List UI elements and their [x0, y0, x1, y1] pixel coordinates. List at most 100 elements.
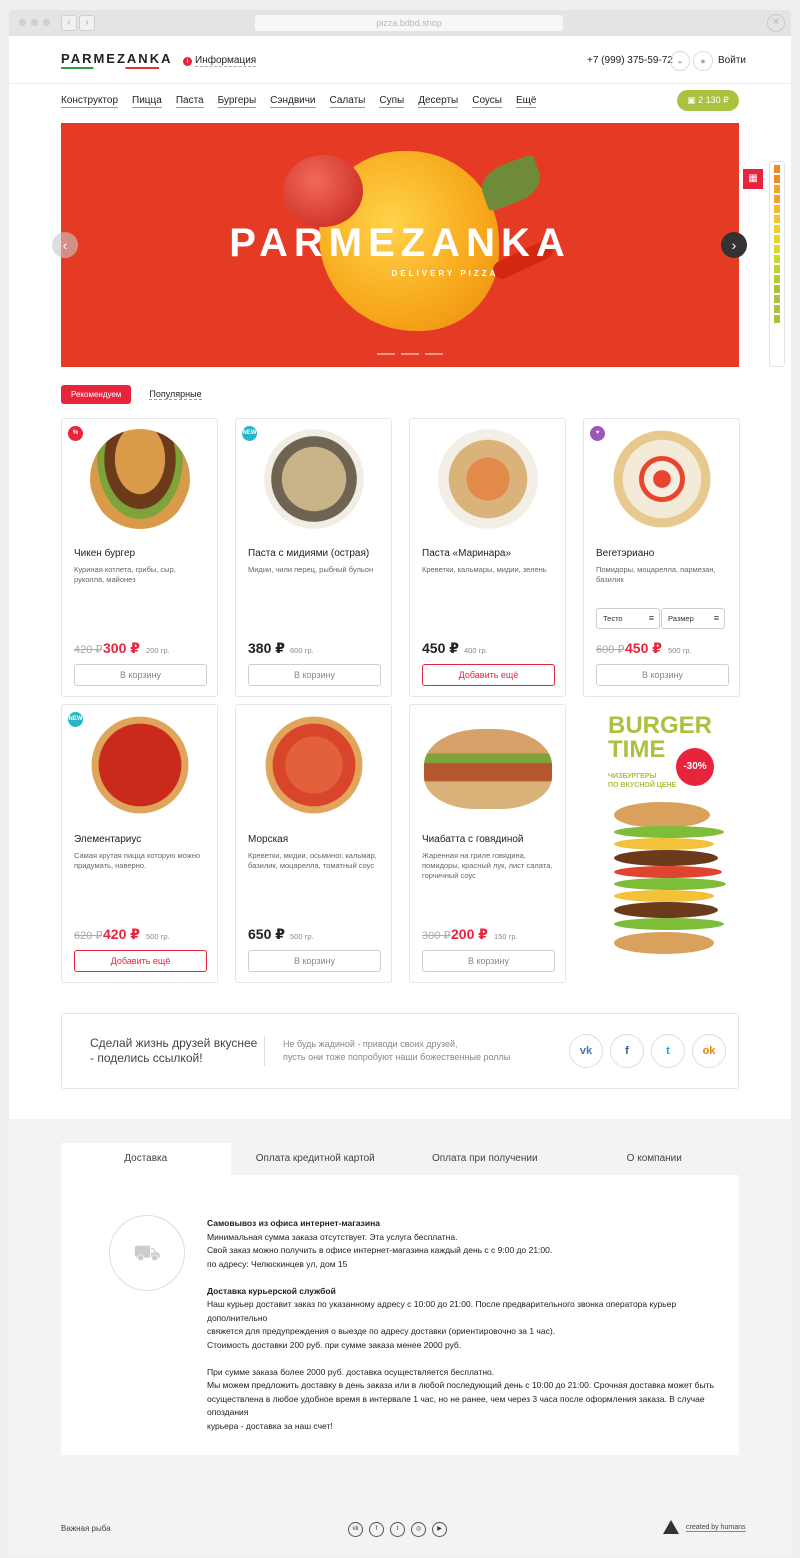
- menu-icon: ≡: [713, 613, 719, 623]
- add-more-button[interactable]: Добавить ещё: [74, 950, 207, 972]
- promo-subtitle-line2: ПО ВКУСНОЙ ЦЕНЕ: [608, 782, 677, 789]
- delivery-text-line: курьера - доставка за наш счет!: [207, 1420, 333, 1431]
- delivery-text-line: Свой заказ можно получить в офисе интерн…: [207, 1245, 553, 1255]
- product-card: NEW Паста с мидиями (острая) Мидии, чили…: [235, 418, 392, 697]
- delivery-text-line: свяжется для предупреждения о выезде по …: [207, 1326, 556, 1336]
- share-heading: Сделай жизнь друзей вкуснее - поделись с…: [90, 1036, 258, 1065]
- delivery-panel: ⛟ Самовывоз из офиса интернет-магазина М…: [61, 1175, 739, 1455]
- nav-item-desserts[interactable]: Десерты: [418, 95, 459, 108]
- delivery-text-line: Наш курьер доставит заказ по указанному …: [207, 1299, 677, 1323]
- vk-icon[interactable]: vk: [348, 1522, 363, 1537]
- nav-item-sauces[interactable]: Соусы: [472, 95, 502, 108]
- dough-select-label: Тесто: [603, 614, 623, 623]
- product-name[interactable]: Чиабатта с говядиной: [422, 834, 524, 845]
- facebook-icon[interactable]: f: [610, 1034, 644, 1068]
- tab-about[interactable]: О компании: [570, 1143, 740, 1175]
- phone-number[interactable]: +7 (999) 375-59-72: [587, 55, 673, 66]
- odnoklassniki-icon[interactable]: ok: [692, 1034, 726, 1068]
- tab-cash-payment[interactable]: Оплата при получении: [400, 1143, 570, 1175]
- info-link[interactable]: Информация: [195, 55, 257, 67]
- nav-item-salads[interactable]: Салаты: [329, 95, 366, 108]
- basket-icon: ▣: [687, 95, 699, 105]
- gift-icon[interactable]: ▦: [743, 169, 763, 189]
- product-name[interactable]: Элементариус: [74, 834, 141, 845]
- product-weight: 500 гр.: [668, 646, 692, 655]
- product-image[interactable]: [264, 429, 364, 529]
- product-image[interactable]: [612, 429, 712, 529]
- facebook-icon[interactable]: f: [369, 1522, 384, 1537]
- logo[interactable]: PARMEZANKA: [61, 51, 172, 66]
- user-icon[interactable]: ●: [693, 51, 713, 71]
- cart-button[interactable]: ▣ 2 130 ₽: [677, 90, 739, 111]
- new-badge: NEW: [68, 712, 83, 727]
- product-image[interactable]: [90, 715, 190, 815]
- product-image[interactable]: [264, 715, 364, 815]
- product-price: 450 ₽: [422, 640, 459, 656]
- add-to-cart-button[interactable]: В корзину: [74, 664, 207, 686]
- instagram-icon[interactable]: ◎: [411, 1522, 426, 1537]
- cart-total: 2 130 ₽: [698, 95, 729, 105]
- login-link[interactable]: Войти: [718, 55, 746, 66]
- add-to-cart-button[interactable]: В корзину: [248, 950, 381, 972]
- add-to-cart-button[interactable]: В корзину: [596, 664, 729, 686]
- twitter-icon[interactable]: t: [390, 1522, 405, 1537]
- slider-next-arrow-icon[interactable]: ›: [721, 232, 747, 258]
- address-bar[interactable]: pizza.bdbd.shop: [255, 15, 563, 31]
- tab-recommended[interactable]: Рекомендуем: [61, 385, 132, 404]
- new-badge: NEW: [242, 426, 257, 441]
- nav-item-pasta[interactable]: Паста: [175, 95, 204, 108]
- slider-dot[interactable]: [425, 353, 443, 355]
- orders-icon[interactable]: ◒: [670, 51, 690, 71]
- tab-delivery[interactable]: Доставка: [61, 1143, 231, 1175]
- tab-popular[interactable]: Популярные: [149, 389, 202, 400]
- made-by-link[interactable]: created by humans: [686, 1524, 746, 1532]
- product-name[interactable]: Чикен бургер: [74, 548, 135, 559]
- delivery-text-line: Мы можем предложить доставку в день зака…: [207, 1380, 714, 1390]
- slider-prev-arrow-icon[interactable]: ‹: [52, 232, 78, 258]
- product-price: 650 ₽: [248, 926, 285, 942]
- nav-item-sandwiches[interactable]: Сэндвичи: [270, 95, 316, 108]
- forward-arrow-icon[interactable]: ›: [79, 15, 95, 31]
- vk-icon[interactable]: vk: [569, 1034, 603, 1068]
- delivery-text-line: осуществлена в любое удобное время в инт…: [207, 1393, 705, 1418]
- dough-select[interactable]: Тесто ≡: [596, 608, 660, 629]
- product-card: ♥ Вегетэриано Помидоры, моцарелла, парме…: [583, 418, 740, 697]
- nav-item-burgers[interactable]: Бургеры: [217, 95, 257, 108]
- nav-item-pizza[interactable]: Пицца: [132, 95, 162, 108]
- slider-dot[interactable]: [401, 353, 419, 355]
- product-card: % Чикен бургер Куриная котлета, грибы, с…: [61, 418, 218, 697]
- nav-item-more[interactable]: Ещё: [515, 95, 537, 108]
- product-weight: 150 гр.: [494, 932, 518, 941]
- add-to-cart-button[interactable]: В корзину: [248, 664, 381, 686]
- nav-item-soups[interactable]: Супы: [379, 95, 405, 108]
- old-price: 600 ₽: [596, 644, 625, 656]
- leaf-illustration: [475, 153, 547, 213]
- slider-dot[interactable]: [377, 353, 395, 355]
- hero-subtitle: DELIVERY PIZZA: [391, 269, 499, 278]
- product-price: 450 ₽: [625, 640, 662, 656]
- product-description: Куриная котлета, грибы, сыр, руколла, ма…: [74, 565, 176, 584]
- product-name[interactable]: Вегетэриано: [596, 548, 654, 559]
- product-image[interactable]: [438, 429, 538, 529]
- product-image[interactable]: [90, 429, 190, 529]
- product-name[interactable]: Морская: [248, 834, 288, 845]
- add-to-cart-button[interactable]: В корзину: [422, 950, 555, 972]
- product-name[interactable]: Паста с мидиями (острая): [248, 548, 369, 559]
- close-icon[interactable]: ✕: [767, 14, 785, 32]
- tab-card-payment[interactable]: Оплата кредитной картой: [231, 1143, 401, 1175]
- share-text-line2: пусть они тоже попробуют наши божественн…: [283, 1052, 511, 1062]
- back-arrow-icon[interactable]: ‹: [61, 15, 77, 31]
- burger-time-promo[interactable]: BURGER TIME -30% ЧИЗБУРГЕРЫ ПО ВКУСНОЙ ЦЕН…: [592, 704, 749, 983]
- product-description: Помидоры, моцарелла, пармезан, базилик: [596, 565, 716, 584]
- youtube-icon[interactable]: ▶: [432, 1522, 447, 1537]
- add-more-button[interactable]: Добавить ещё: [422, 664, 555, 686]
- size-select-label: Размер: [668, 614, 694, 623]
- product-weight: 200 гр.: [146, 646, 170, 655]
- product-name[interactable]: Паста «Маринара»: [422, 548, 511, 559]
- nav-item-constructor[interactable]: Конструктор: [61, 95, 119, 108]
- product-image[interactable]: [424, 729, 552, 809]
- slider-dots: [377, 353, 443, 355]
- size-select[interactable]: Размер ≡: [661, 608, 725, 629]
- old-price: 620 ₽: [74, 930, 103, 942]
- twitter-icon[interactable]: t: [651, 1034, 685, 1068]
